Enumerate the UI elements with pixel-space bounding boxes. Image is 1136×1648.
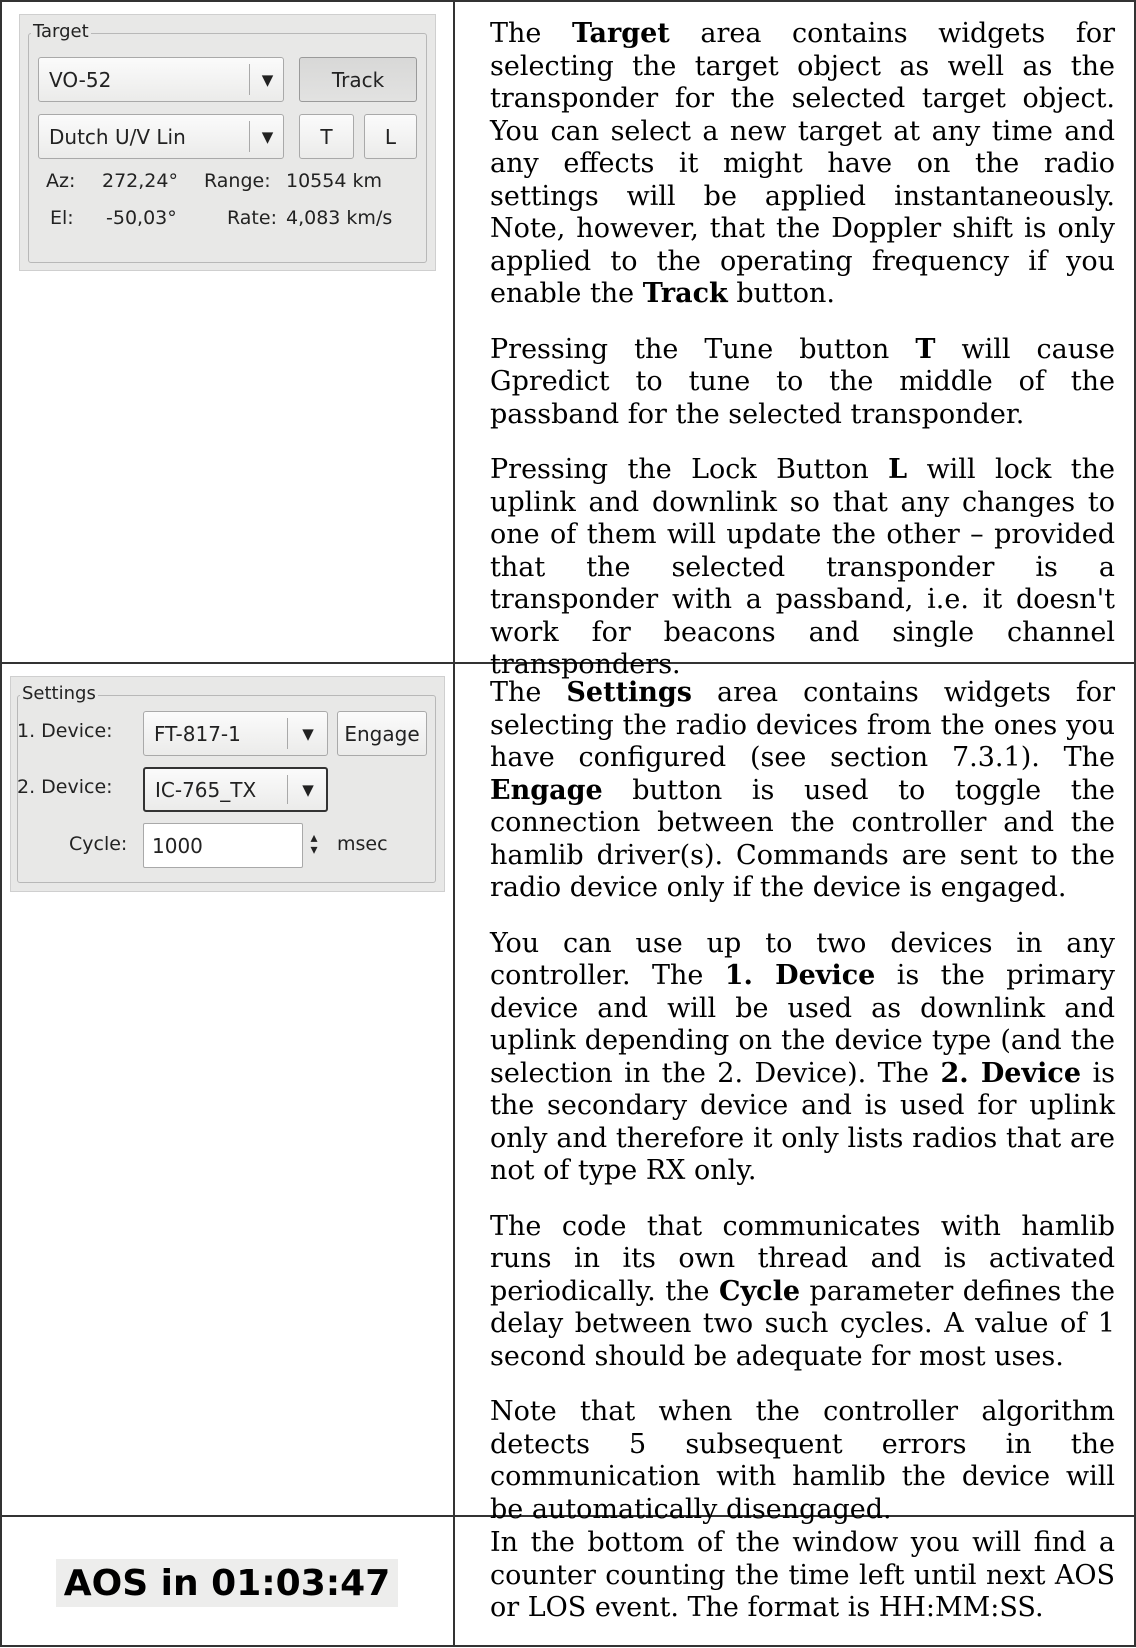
az-value: 272,24° (102, 170, 178, 192)
tune-button[interactable]: T (299, 114, 354, 159)
satellite-combo[interactable]: VO-52 ▼ (38, 57, 284, 102)
paragraph: Pressing the Tune button T will cause Gp… (490, 333, 1116, 430)
paragraph: The Settings area contains widgets for s… (490, 677, 1115, 903)
transponder-combo-value: Dutch U/V Lin (49, 124, 186, 149)
device1-combo[interactable]: FT-817-1 ▼ (143, 711, 328, 756)
cycle-label: Cycle: (69, 833, 128, 855)
spin-arrows-icon[interactable]: ▴ ▾ (307, 831, 321, 857)
paragraph: Pressing the Lock Button L will lock the… (490, 454, 1115, 680)
table-border-left (0, 0, 2, 1647)
paragraph: The code that communicates with hamlib r… (490, 1210, 1115, 1372)
cycle-input[interactable]: 1000 (143, 823, 303, 868)
paragraph: Note that when the controller algorithm … (490, 1396, 1115, 1525)
target-frame-title: Target (31, 21, 91, 42)
chevron-down-icon: ▼ (302, 724, 314, 743)
paragraph: The Target area contains widgets for sel… (490, 18, 1115, 309)
chevron-down-icon: ▼ (261, 127, 274, 146)
el-value: -50,03° (106, 207, 177, 229)
paragraph: You can use up to two devices in any con… (490, 927, 1115, 1187)
rate-value: 4,083 km/s (286, 207, 393, 229)
document-table: Target VO-52 ▼ Track Dutch U/V Lin ▼ T L… (0, 0, 1136, 1647)
el-label: El: (50, 207, 74, 229)
table-border-top (0, 0, 1136, 2)
range-value: 10554 km (286, 170, 382, 192)
device2-combo[interactable]: IC-765_TX ▼ (143, 767, 328, 812)
aos-counter: AOS in 01:03:47 (56, 1559, 398, 1607)
settings-panel: Settings 1. Device: FT-817-1 ▼ Engage 2.… (10, 676, 445, 892)
chevron-down-icon: ▼ (261, 70, 274, 89)
table-column-divider (453, 0, 455, 1647)
satellite-combo-value: VO-52 (49, 67, 112, 92)
device1-label: 1. Device: (17, 720, 113, 742)
target-description: The Target area contains widgets for sel… (490, 18, 1115, 705)
settings-description: The Settings area contains widgets for s… (490, 677, 1115, 1549)
settings-frame-title: Settings (20, 683, 98, 704)
paragraph: In the bottom of the window you will fin… (490, 1527, 1115, 1623)
device1-combo-value: FT-817-1 (154, 721, 241, 746)
rate-label: Rate: (227, 207, 277, 229)
engage-button[interactable]: Engage (337, 711, 427, 756)
range-label: Range: (204, 170, 271, 192)
az-label: Az: (46, 170, 76, 192)
track-button[interactable]: Track (299, 57, 417, 102)
transponder-combo[interactable]: Dutch U/V Lin ▼ (38, 114, 284, 159)
target-panel: Target VO-52 ▼ Track Dutch U/V Lin ▼ T L… (19, 14, 436, 271)
cycle-unit: msec (337, 833, 388, 855)
device2-combo-value: IC-765_TX (155, 777, 257, 802)
cycle-input-value: 1000 (152, 833, 203, 858)
lock-button[interactable]: L (364, 114, 417, 159)
aos-description: In the bottom of the window you will fin… (490, 1527, 1115, 1648)
chevron-down-icon: ▼ (302, 780, 314, 799)
device2-label: 2. Device: (17, 776, 113, 798)
